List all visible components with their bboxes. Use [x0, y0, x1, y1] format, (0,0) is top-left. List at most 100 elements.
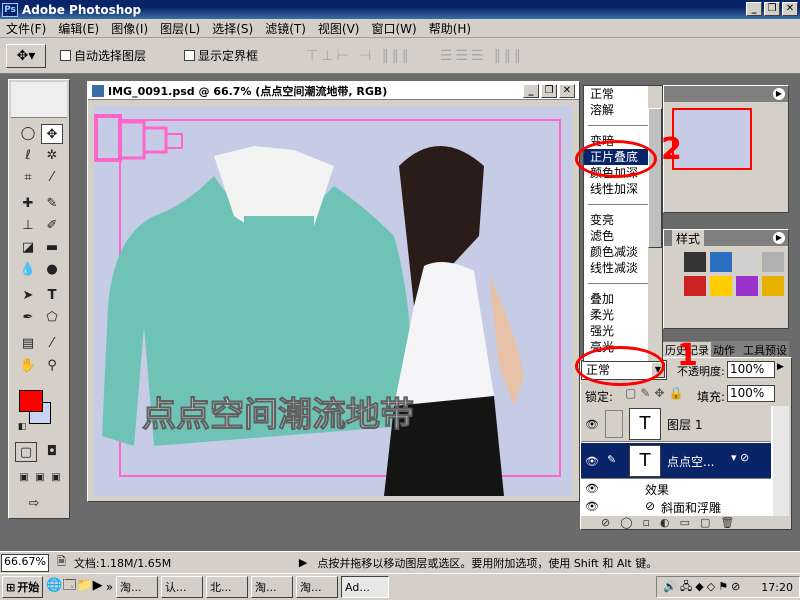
taskbar-item[interactable]: 认... [161, 576, 204, 598]
layer-name[interactable]: 点点空... [667, 453, 714, 470]
effect-row[interactable]: 👁 ⊘ 斜面和浮雕 [581, 498, 771, 516]
standard-mode-icon[interactable]: ▢ [15, 442, 37, 462]
show-bounds-checkbox[interactable] [184, 50, 196, 61]
eyedropper-icon[interactable]: ⁄ [41, 334, 63, 354]
style-swatch[interactable] [736, 252, 758, 272]
dodge-tool-icon[interactable]: ● [41, 260, 63, 280]
image-canvas[interactable]: 点点空间潮流地带 [94, 106, 572, 496]
style-swatch[interactable] [684, 276, 706, 296]
notes-tool-icon[interactable]: ▤ [17, 334, 39, 354]
menu-select[interactable]: 选择(S) [206, 20, 259, 37]
marquee-tool-icon[interactable]: ◯ [17, 124, 39, 144]
lock-icons[interactable]: ▢✎✥🔒 [625, 386, 687, 400]
layers-list: 👁 T 图层 1 👁 ✎ T 点点空... ▾ ⊘ 👁 效果 👁 ⊘ 斜面和浮雕 [581, 406, 773, 516]
move-tool-icon[interactable]: ✥ [41, 124, 63, 144]
scroll-thumb[interactable] [648, 108, 662, 248]
opacity-slider-icon[interactable]: ▶ [777, 362, 784, 372]
style-swatch[interactable] [710, 276, 732, 296]
style-swatch[interactable] [762, 252, 784, 272]
eye-icon[interactable]: 👁 [585, 455, 599, 468]
brush-tool-icon[interactable]: ✎ [41, 194, 63, 214]
zoom-tool-icon[interactable]: ⚲ [41, 356, 63, 376]
blur-tool-icon[interactable]: 💧 [17, 260, 39, 280]
status-arrow-icon[interactable]: ▶ [299, 556, 307, 569]
blend-list-scrollbar[interactable] [648, 86, 662, 361]
zoom-input[interactable]: 66.67% [1, 553, 49, 572]
close-button[interactable]: ✕ [782, 2, 798, 16]
shape-tool-icon[interactable]: ⬠ [41, 308, 63, 328]
distribute-buttons-icon[interactable]: ☰☰☰ ‖‖‖ [440, 48, 524, 64]
effects-row[interactable]: 👁 效果 [581, 480, 771, 498]
minimize-button[interactable]: _ [746, 2, 762, 16]
layers-scrollbar[interactable] [773, 406, 789, 516]
layer-thumbnail: T [629, 408, 661, 440]
jump-to-imageready-icon[interactable]: ⇨ [23, 494, 45, 514]
path-select-icon[interactable]: ➤ [17, 286, 39, 306]
doc-restore-button[interactable]: ❐ [541, 84, 557, 98]
quickmask-mode-icon[interactable]: ◘ [41, 442, 63, 462]
layer-name[interactable]: 图层 1 [667, 416, 702, 433]
auto-select-checkbox[interactable] [60, 50, 71, 61]
slice-tool-icon[interactable]: ⁄ [41, 168, 63, 188]
style-swatch[interactable] [710, 252, 732, 272]
quicklaunch-more-icon[interactable]: » [106, 580, 113, 594]
menu-window[interactable]: 窗口(W) [365, 20, 422, 37]
opacity-input[interactable]: 100% [727, 361, 775, 378]
layer-action-icons[interactable]: ⊘◯▫◐▭▢🗑 [601, 516, 744, 529]
lasso-tool-icon[interactable]: ℓ [17, 146, 39, 166]
layer-row[interactable]: 👁 T 图层 1 [581, 406, 771, 442]
styles-tab[interactable]: 样式 [672, 230, 705, 247]
style-swatch[interactable] [684, 252, 706, 272]
stamp-tool-icon[interactable]: ⊥ [17, 216, 39, 236]
menu-help[interactable]: 帮助(H) [423, 20, 477, 37]
tray-icons[interactable]: 🔊🖧◆◇⚑⊘ [663, 578, 743, 597]
crop-tool-icon[interactable]: ⌗ [17, 168, 39, 188]
align-buttons-icon[interactable]: ⊤⊥⊢ ⊣ ‖‖‖ [306, 48, 412, 64]
styles-menu-icon[interactable]: ▶ [773, 232, 785, 244]
tab-actions[interactable]: 动作 [713, 342, 735, 358]
taskbar-item[interactable]: 淘... [116, 576, 159, 598]
start-button[interactable]: ⊞ 开始 [2, 576, 44, 598]
history-brush-icon[interactable]: ✐ [41, 216, 63, 236]
taskbar-item[interactable]: 北... [206, 576, 249, 598]
type-tool-icon[interactable]: T [41, 286, 63, 306]
quicklaunch-icons[interactable]: 🌐🗔📁▶ [46, 576, 102, 598]
taskbar-item[interactable]: 淘... [251, 576, 294, 598]
menu-filter[interactable]: 滤镜(T) [259, 20, 312, 37]
menu-file[interactable]: 文件(F) [0, 20, 52, 37]
taskbar-item[interactable]: 淘... [296, 576, 339, 598]
eye-icon[interactable]: 👁 [585, 500, 599, 513]
layer-row-selected[interactable]: 👁 ✎ T 点点空... ▾ ⊘ [581, 443, 771, 479]
adobe-online-icon[interactable] [11, 82, 67, 118]
doc-minimize-button[interactable]: _ [523, 84, 539, 98]
default-colors-icon[interactable]: ◧ [11, 417, 33, 437]
menu-layer[interactable]: 图层(L) [154, 20, 206, 37]
tab-tool-presets[interactable]: 工具预设 [743, 342, 787, 358]
taskbar-item-active[interactable]: Ad... [341, 576, 390, 598]
menu-edit[interactable]: 编辑(E) [52, 20, 105, 37]
link-slot[interactable] [605, 410, 623, 438]
doc-close-button[interactable]: ✕ [559, 84, 575, 98]
gradient-tool-icon[interactable]: ▬ [41, 238, 63, 258]
eye-icon[interactable]: 👁 [585, 418, 599, 431]
menu-image[interactable]: 图像(I) [105, 20, 154, 37]
fill-label: 填充: [697, 390, 726, 404]
status-hint: 点按并拖移以移动图层或选区。要用附加选项，使用 Shift 和 Alt 键。 [317, 556, 658, 570]
eraser-tool-icon[interactable]: ◪ [17, 238, 39, 258]
menu-view[interactable]: 视图(V) [312, 20, 366, 37]
restore-button[interactable]: ❐ [764, 2, 780, 16]
magic-wand-icon[interactable]: ✲ [41, 146, 63, 166]
style-swatch[interactable] [736, 276, 758, 296]
navigator-menu-icon[interactable]: ▶ [773, 88, 785, 100]
screen-mode-full-icon[interactable]: ▣ [45, 468, 67, 488]
style-swatch[interactable] [762, 276, 784, 296]
hand-tool-icon[interactable]: ✋ [17, 356, 39, 376]
layer-effects-icon[interactable]: ▾ ⊘ [731, 451, 749, 464]
move-tool-preset-icon[interactable]: ✥▾ [6, 43, 46, 68]
fill-input[interactable]: 100% [727, 385, 775, 402]
pen-tool-icon[interactable]: ✒ [17, 308, 39, 328]
foreground-color-swatch[interactable] [19, 390, 43, 412]
navigator-thumbnail[interactable] [672, 108, 752, 170]
healing-brush-icon[interactable]: ✚ [17, 194, 39, 214]
eye-icon[interactable]: 👁 [585, 482, 599, 495]
